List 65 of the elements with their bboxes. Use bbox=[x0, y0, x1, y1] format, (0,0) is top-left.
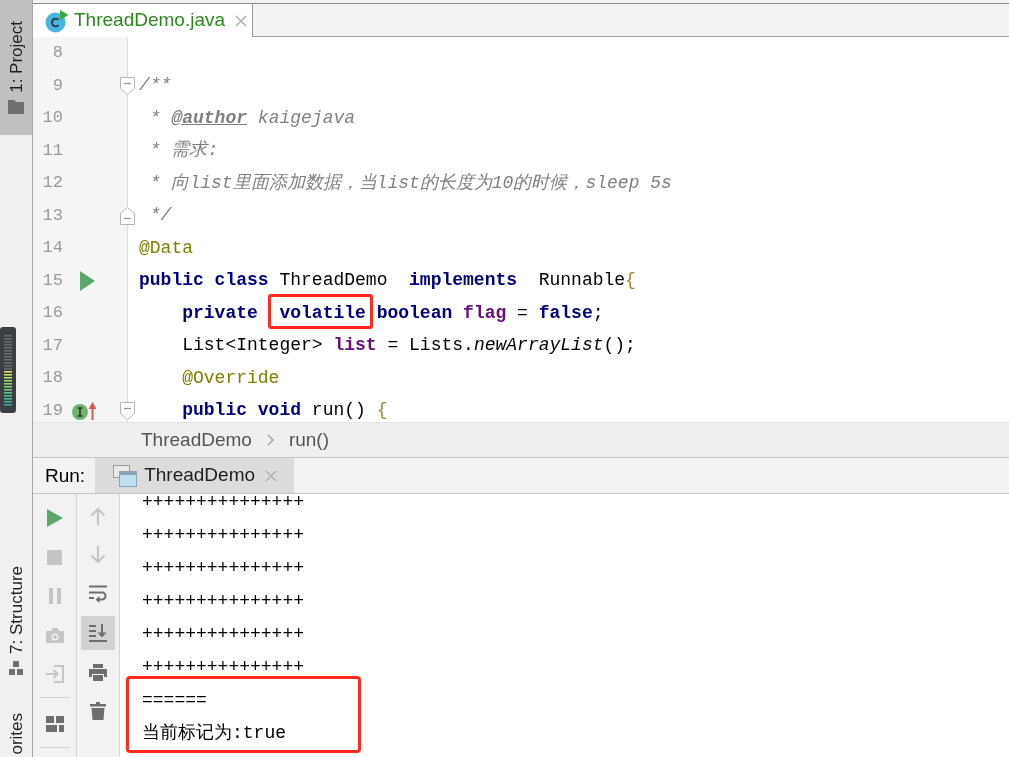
wrap-lines-icon bbox=[89, 585, 107, 603]
breadcrumb-item[interactable]: ThreadDemo bbox=[141, 429, 252, 451]
close-icon[interactable] bbox=[265, 469, 278, 482]
folder-icon bbox=[8, 99, 24, 114]
line-number: 12 bbox=[42, 173, 63, 194]
code-line: public class ThreadDemo implements Runnable{ bbox=[139, 270, 636, 292]
chevron-right-icon bbox=[266, 434, 274, 446]
console-line: ====== bbox=[142, 690, 207, 711]
pause-icon bbox=[48, 588, 61, 604]
arrow-into-box-icon bbox=[45, 665, 64, 683]
tool-window-tab[interactable]: orites bbox=[0, 690, 32, 757]
level-meter-icon bbox=[0, 327, 16, 413]
line-number: 16 bbox=[42, 303, 63, 324]
code-line: * 需求: bbox=[148, 140, 219, 162]
structure-icon bbox=[9, 660, 23, 675]
console-window-icon bbox=[113, 464, 138, 487]
console-line: +++++++++++++++ bbox=[142, 558, 305, 579]
java-class-icon bbox=[45, 8, 69, 33]
line-number: 11 bbox=[42, 140, 63, 161]
printer-icon bbox=[89, 663, 107, 681]
close-icon[interactable] bbox=[235, 14, 248, 27]
play-icon bbox=[46, 509, 63, 527]
console-line: +++++++++++++++ bbox=[142, 657, 305, 678]
code-line: */ bbox=[148, 205, 172, 227]
run-triangle-icon[interactable] bbox=[79, 270, 95, 291]
console-line: +++++++++++++++ bbox=[142, 624, 305, 645]
line-number: 14 bbox=[42, 238, 63, 259]
line-number: 18 bbox=[42, 368, 63, 389]
line-number: 8 bbox=[52, 43, 63, 64]
line-number: 15 bbox=[42, 270, 63, 291]
line-number: 13 bbox=[42, 205, 63, 226]
implements-up-arrow-icon[interactable] bbox=[71, 401, 97, 420]
tool-window-tab[interactable]: 1: Project bbox=[0, 0, 32, 135]
console-line: 当前标记为:true bbox=[142, 723, 286, 744]
arrow-down-icon bbox=[90, 546, 106, 564]
fold-minus-icon[interactable] bbox=[120, 206, 135, 225]
console-line: +++++++++++++++ bbox=[142, 591, 305, 612]
line-number: 9 bbox=[52, 75, 63, 96]
code-line: public void run() { bbox=[181, 400, 388, 422]
tool-window-tab[interactable]: 7: Structure bbox=[0, 556, 32, 690]
console-line: +++++++++++++++ bbox=[142, 494, 305, 513]
editor-tab[interactable]: ThreadDemo.java bbox=[33, 4, 253, 37]
scroll-to-end-button[interactable] bbox=[81, 616, 115, 650]
line-number: 17 bbox=[42, 335, 63, 356]
code-line: * @author kaigejava bbox=[148, 107, 356, 129]
code-line: * 向list里面添加数据，当list的长度为10的时候，sleep 5s bbox=[148, 172, 672, 194]
fold-minus-icon[interactable] bbox=[120, 76, 135, 95]
fold-minus-icon[interactable] bbox=[120, 401, 135, 420]
line-number: 19 bbox=[42, 400, 63, 421]
console-line: +++++++++++++++ bbox=[142, 525, 305, 546]
scroll-to-end-icon bbox=[89, 624, 107, 642]
stop-icon bbox=[47, 549, 62, 565]
run-tab[interactable]: ThreadDemo bbox=[95, 458, 295, 493]
code-line: List<Integer> list = Lists.newArrayList(); bbox=[181, 335, 636, 357]
trash-icon bbox=[90, 702, 106, 720]
code-line: /** bbox=[139, 75, 172, 97]
camera-icon bbox=[45, 627, 64, 643]
code-line: @Data bbox=[139, 237, 193, 259]
code-line: @Override bbox=[181, 367, 280, 389]
code-line: private volatile boolean flag = false; bbox=[139, 302, 604, 324]
arrow-up-icon bbox=[90, 507, 106, 525]
breadcrumb-item[interactable]: run() bbox=[288, 429, 329, 451]
layout-grid-icon bbox=[45, 716, 64, 732]
run-label: Run: bbox=[45, 464, 86, 487]
line-number: 10 bbox=[42, 108, 63, 129]
